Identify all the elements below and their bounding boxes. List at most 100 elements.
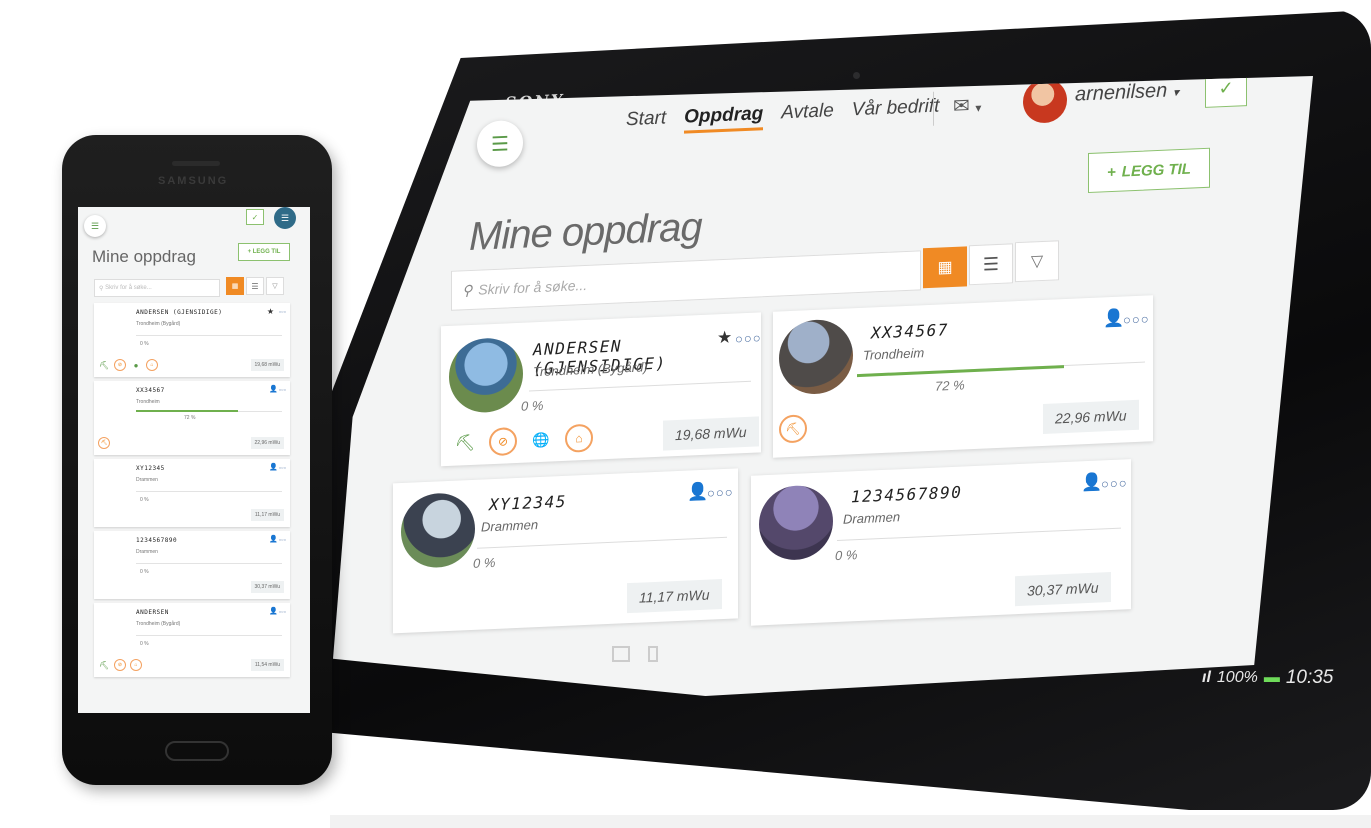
property-photo <box>98 313 130 345</box>
more-options-icon[interactable]: ○○○ <box>1123 311 1150 327</box>
chevron-down-icon: ▾ <box>1172 85 1179 100</box>
assignment-card[interactable]: XY12345 👤 ○○○ Drammen 0 % 11,17 mWu <box>393 468 738 634</box>
list-view-button[interactable]: ☰ <box>246 277 264 295</box>
list-view-button[interactable]: ☰ <box>969 243 1013 286</box>
card-mwu: 11,17 mWu <box>627 579 722 614</box>
more-options-icon[interactable]: ○○○ <box>279 309 286 314</box>
list-icon: ☰ <box>251 281 259 291</box>
progress-bar <box>857 365 1064 378</box>
filter-icon: ▽ <box>1030 252 1044 271</box>
grid-view-button[interactable]: ▦ <box>226 277 244 295</box>
phone-home-button[interactable] <box>165 741 229 761</box>
assignment-card[interactable]: XY12345 👤 ○○○ Drammen 0 % 11,17 mWu <box>94 459 290 527</box>
nav-item-start[interactable]: Start <box>626 107 666 136</box>
mail-dropdown[interactable]: ✉ ▾ <box>953 93 981 119</box>
assignment-card[interactable]: XX34567 👤 ○○○ Trondheim 72 % ⛏ 22,96 mWu <box>94 381 290 455</box>
card-percent: 0 % <box>140 569 149 575</box>
star-icon[interactable]: ★ <box>267 307 274 316</box>
card-percent: 72 % <box>184 415 196 421</box>
avatar[interactable]: ☰ <box>274 207 296 229</box>
assignment-card[interactable]: 1234567890 👤 ○○○ Drammen 0 % 30,37 mWu <box>751 459 1131 626</box>
card-mwu: 22,96 mWu <box>1043 399 1139 435</box>
card-divider <box>136 635 282 636</box>
confirm-button[interactable]: ✓ <box>246 209 264 225</box>
avatar[interactable] <box>1023 77 1067 124</box>
grid-view-button[interactable]: ▦ <box>923 246 967 289</box>
card-title: XX34567 <box>136 387 165 394</box>
more-options-icon[interactable]: ○○○ <box>735 330 762 346</box>
search-icon: ⚲ <box>462 281 473 298</box>
filter-icon: ▽ <box>272 283 278 290</box>
username-label: arnenilsen <box>1075 79 1168 106</box>
app-icon[interactable] <box>648 646 658 662</box>
android-nav-center <box>612 646 658 662</box>
user-icon[interactable]: 👤 <box>1103 308 1124 329</box>
search-input[interactable]: ⚲ Skriv for å søke... <box>94 279 220 297</box>
more-options-icon[interactable]: ○○○ <box>1101 475 1128 491</box>
confirm-button[interactable]: ✓ <box>1205 76 1247 108</box>
card-location: Trondheim (Bygård) <box>136 621 181 627</box>
card-icons: ⛏ ⊘ ⌂ <box>98 659 142 671</box>
card-percent: 0 % <box>521 397 544 414</box>
more-options-icon[interactable]: ○○○ <box>279 465 286 470</box>
check-icon: ✓ <box>251 212 259 222</box>
assignment-card[interactable]: ANDERSEN (GJENSIDIGE) ★ ○○○ Trondheim (B… <box>441 312 762 467</box>
filter-button[interactable]: ▽ <box>266 277 284 295</box>
page-title: Mine oppdrag <box>469 204 702 260</box>
card-divider <box>529 380 751 392</box>
home-icon: ⌂ <box>146 359 158 371</box>
card-location: Trondheim <box>136 399 160 405</box>
card-title: ANDERSEN (GJENSIDIGE) <box>136 309 223 316</box>
more-options-icon[interactable]: ○○○ <box>279 537 286 542</box>
nav-divider <box>933 91 934 126</box>
more-options-icon[interactable]: ○○○ <box>279 609 286 614</box>
assignment-card[interactable]: ANDERSEN 👤 ○○○ Trondheim (Bygård) 0 % ⛏ … <box>94 603 290 677</box>
user-icon[interactable]: 👤 <box>1081 472 1102 493</box>
user-icon[interactable]: 👤 <box>269 385 278 393</box>
assignment-card[interactable]: XX34567 👤 ○○○ Trondheim 72 % ⛏ 22,96 mWu <box>773 295 1153 458</box>
search-input[interactable]: ⚲ Skriv for å søke... <box>451 250 921 311</box>
no-smoking-icon: ⊘ <box>114 359 126 371</box>
add-button-label: LEGG TIL <box>1121 160 1191 181</box>
user-icon[interactable]: 👤 <box>269 607 278 615</box>
progress-bar <box>136 410 238 412</box>
more-options-icon[interactable]: ○○○ <box>707 485 734 501</box>
assignment-card[interactable]: 1234567890 👤 ○○○ Drammen 0 % 30,37 mWu <box>94 531 290 599</box>
card-mwu: 30,37 mWu <box>250 581 284 593</box>
nav-item-oppdrag[interactable]: Oppdrag <box>684 103 764 134</box>
card-icons: ⛏ ⊘ 🌐 ⌂ <box>451 423 593 458</box>
add-button[interactable]: + LEGG TIL <box>1088 147 1210 194</box>
card-location: Drammen <box>136 549 158 555</box>
nav-item-var-bedrift[interactable]: Vår bedrift <box>852 96 940 127</box>
more-options-icon[interactable]: ○○○ <box>279 387 286 392</box>
globe-icon: 🌐 <box>532 431 550 448</box>
user-menu[interactable]: arnenilsen ▾ <box>1075 79 1179 107</box>
assignment-card[interactable]: ANDERSEN (GJENSIDIGE) ★ ○○○ Trondheim (B… <box>94 303 290 377</box>
card-percent: 0 % <box>140 497 149 503</box>
user-icon[interactable]: 👤 <box>269 463 278 471</box>
card-mwu: 19,68 mWu <box>250 359 284 371</box>
card-percent: 0 % <box>835 547 858 564</box>
hamburger-menu-button[interactable]: ☰ <box>477 119 523 168</box>
envelope-icon: ✉ <box>953 95 970 118</box>
no-smoking-icon: ⊘ <box>489 426 517 457</box>
tablet-device: SONY ☰ Start Oppdrag Avtale Vår bedrift … <box>300 10 1371 810</box>
hamburger-menu-button[interactable]: ☰ <box>84 215 106 237</box>
phone-speaker <box>172 161 220 166</box>
home-icon: ⌂ <box>565 423 593 453</box>
background-strip <box>0 118 16 828</box>
list-icon: ☰ <box>982 253 1000 275</box>
property-photo <box>759 484 833 562</box>
user-icon[interactable]: 👤 <box>687 482 708 503</box>
window-icon[interactable] <box>612 646 630 662</box>
filter-button[interactable]: ▽ <box>1015 240 1059 283</box>
card-location: Drammen <box>481 517 539 535</box>
globe-icon: ● <box>133 360 139 370</box>
star-icon[interactable]: ★ <box>717 328 732 349</box>
add-button[interactable]: + LEGG TIL <box>238 243 290 261</box>
card-icons: ⛏ <box>98 437 110 449</box>
hamburger-icon: ☰ <box>90 220 100 231</box>
card-divider <box>477 536 727 549</box>
nav-item-avtale[interactable]: Avtale <box>781 100 833 129</box>
user-icon[interactable]: 👤 <box>269 535 278 543</box>
